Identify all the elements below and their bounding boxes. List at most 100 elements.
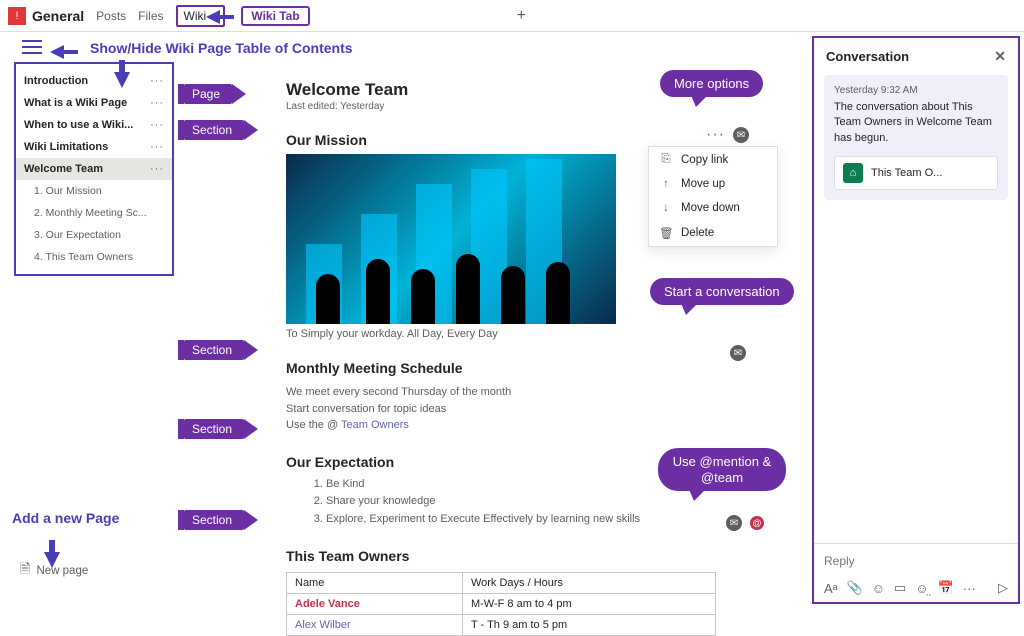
menu-label: Move up [681, 178, 725, 190]
annotation-page: Page [184, 84, 232, 104]
table-row: Alex Wilber T - Th 9 am to 5 pm [287, 615, 716, 636]
chat-icon[interactable]: ✉ [733, 127, 749, 143]
arrow-down-icon [114, 72, 130, 88]
wiki-section-card[interactable]: ⌂ This Team O... [834, 156, 998, 190]
toc-page-introduction[interactable]: Introduction ··· [16, 70, 172, 92]
team-owners-link[interactable]: Team Owners [341, 419, 409, 431]
toc-section-expectation[interactable]: 3. Our Expectation [16, 224, 172, 246]
message-text: The conversation about This Team Owners … [834, 100, 998, 146]
page-plus-icon: 🗎 [20, 560, 30, 582]
conversation-title: Conversation [826, 49, 909, 64]
expect-item-2: Share your knowledge [326, 493, 786, 511]
annotation-section: Section [184, 340, 244, 360]
topbar: ! General Posts Files Wiki ⌄ + [0, 0, 1024, 32]
toc-section-owners[interactable]: 4. This Team Owners [16, 246, 172, 268]
owners-table[interactable]: Name Work Days / Hours Adele Vance M-W-F… [286, 572, 716, 636]
expect-item-3: Explore, Experiment to Execute Effective… [326, 511, 786, 529]
toc-page-limitations[interactable]: Wiki Limitations ··· [16, 136, 172, 158]
conversation-panel: Conversation ✕ Yesterday 9:32 AM The con… [812, 36, 1020, 604]
toc-panel: Introduction ··· What is a Wiki Page ··· W… [14, 62, 174, 276]
meeting-line3: Use the @ Team Owners [286, 417, 786, 434]
menu-move-up[interactable]: ↑ Move up [649, 172, 777, 196]
meeting-line2: Start conversation for topic ideas [286, 401, 786, 418]
section-heading-owners[interactable]: This Team Owners [286, 548, 786, 564]
table-header-row: Name Work Days / Hours [287, 573, 716, 594]
section-context-menu: ⎘Copy link ↑ Move up ↓ Move down 🗑Delete [648, 146, 778, 247]
page-last-edited: Last edited: Yesterday [286, 101, 786, 112]
meeting-body[interactable]: We meet every second Thursday of the mon… [286, 384, 786, 434]
ellipsis-icon[interactable]: ··· [150, 141, 164, 153]
arrow-down-icon [44, 552, 60, 568]
toc-section-meeting[interactable]: 2. Monthly Meeting Sc... [16, 202, 172, 224]
mission-caption: To Simply your workday. All Day, Every D… [286, 328, 786, 340]
gif-icon[interactable]: ▭ [894, 580, 906, 596]
annotation-section: Section [184, 510, 244, 530]
annotation-section: Section [184, 419, 244, 439]
toc-page-welcome-team[interactable]: Welcome Team ··· [16, 158, 172, 180]
card-label: This Team O... [871, 167, 942, 179]
toc-label: Introduction [24, 75, 88, 87]
tab-posts[interactable]: Posts [96, 0, 126, 32]
owner-name: Adele Vance [287, 594, 463, 615]
annotation-add-page: Add a new Page [12, 510, 119, 526]
link-icon: ⎘ [659, 153, 673, 166]
chat-icon[interactable]: ✉ [730, 345, 746, 361]
owner-hours: M-W-F 8 am to 4 pm [462, 594, 715, 615]
menu-move-down[interactable]: ↓ Move down [649, 196, 777, 220]
annotation-start-conversation: Start a conversation [650, 278, 794, 305]
annotation-toc-toggle: Show/Hide Wiki Page Table of Contents [90, 40, 353, 56]
wiki-icon: ⌂ [843, 163, 863, 183]
toc-page-when-to-use[interactable]: When to use a Wiki... ··· [16, 114, 172, 136]
annotation-mention: Use @mention & @team [658, 448, 786, 491]
send-icon[interactable]: ▷ [998, 580, 1008, 596]
owner-hours: T - Th 9 am to 5 pm [462, 615, 715, 636]
chat-icon[interactable]: ✉ [726, 515, 742, 531]
meeting-line1: We meet every second Thursday of the mon… [286, 384, 786, 401]
menu-label: Move down [681, 202, 740, 214]
conversation-message: Yesterday 9:32 AM The conversation about… [824, 75, 1008, 200]
arrow-down-icon: ↓ [659, 202, 673, 214]
ellipsis-icon[interactable]: ··· [150, 163, 164, 175]
section-more-button[interactable]: ··· [706, 131, 725, 139]
trash-icon: 🗑 [659, 226, 673, 240]
emoji-icon[interactable]: ☺ [872, 581, 885, 596]
tab-files[interactable]: Files [138, 0, 163, 32]
annotation-section: Section [184, 120, 244, 140]
ellipsis-icon[interactable]: ··· [150, 97, 164, 109]
sticker-icon[interactable]: ☺̤ [915, 581, 928, 596]
annotation-more-options: More options [660, 70, 763, 97]
toc-section-mission[interactable]: 1. Our Mission [16, 180, 172, 202]
tab-wiki-label: Wiki [184, 9, 207, 23]
compose-toolbar: Aᵃ 📎 ☺ ▭ ☺̤ 📅 ··· ▷ [814, 578, 1018, 602]
toc-label: Wiki Limitations [24, 141, 108, 153]
attach-icon[interactable]: 📎 [847, 580, 863, 596]
owner-name: Alex Wilber [287, 615, 463, 636]
toc-toggle-button[interactable] [22, 40, 42, 54]
arrow-icon [50, 45, 64, 59]
arrow-icon [206, 10, 220, 24]
more-icon[interactable]: ··· [963, 581, 976, 596]
table-row: Adele Vance M-W-F 8 am to 4 pm [287, 594, 716, 615]
menu-delete[interactable]: 🗑Delete [649, 220, 777, 246]
close-icon[interactable]: ✕ [994, 48, 1006, 65]
ellipsis-icon[interactable]: ··· [150, 75, 164, 87]
team-name: General [32, 8, 84, 24]
team-avatar: ! [8, 7, 26, 25]
add-tab-button[interactable]: + [517, 7, 526, 25]
menu-copy-link[interactable]: ⎘Copy link [649, 147, 777, 172]
toc-label: When to use a Wiki... [24, 119, 133, 131]
toc-label: What is a Wiki Page [24, 97, 127, 109]
meeting-icon[interactable]: 📅 [938, 580, 954, 596]
annotation-wiki-tab: Wiki Tab [241, 6, 309, 26]
ellipsis-icon[interactable]: ··· [150, 119, 164, 131]
message-time: Yesterday 9:32 AM [834, 85, 998, 96]
toc-label: Welcome Team [24, 163, 103, 175]
mention-badge: @ [750, 516, 764, 530]
col-hours: Work Days / Hours [462, 573, 715, 594]
mission-image [286, 154, 616, 324]
section-heading-meeting[interactable]: Monthly Meeting Schedule [286, 360, 786, 376]
reply-input[interactable] [824, 550, 1008, 572]
format-icon[interactable]: Aᵃ [824, 581, 838, 596]
toc-page-what-is-wiki[interactable]: What is a Wiki Page ··· [16, 92, 172, 114]
arrow-up-icon: ↑ [659, 178, 673, 190]
